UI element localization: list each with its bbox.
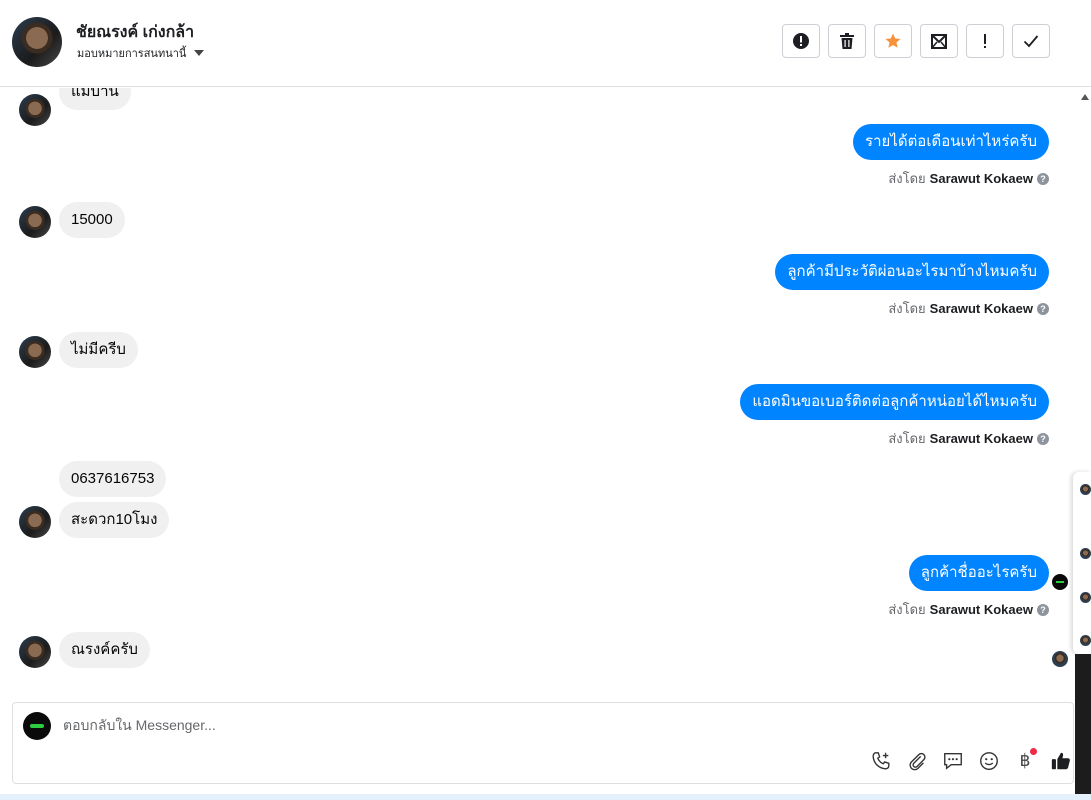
sender-name: Sarawut Kokaew: [929, 602, 1033, 617]
incoming-message-bubble[interactable]: สะดวก10โมง: [59, 502, 170, 538]
outgoing-message-bubble[interactable]: ลูกค้ามีประวัติผ่อนอะไรมาบ้างไหมครับ: [775, 254, 1049, 290]
like-button[interactable]: [1049, 749, 1073, 773]
side-panel-dark-edge: [1075, 654, 1091, 800]
conversation-toolbar: [782, 24, 1050, 58]
report-button[interactable]: [782, 24, 820, 58]
paperclip-icon: [909, 752, 926, 771]
trash-icon: [840, 33, 854, 49]
mini-avatar: [1080, 635, 1091, 646]
sent-by-label: ส่งโดย: [888, 171, 926, 186]
outgoing-message-bubble[interactable]: รายได้ต่อเดือนเท่าไหร่ครับ: [853, 124, 1049, 160]
contact-avatar-small: [19, 506, 51, 538]
envelope-icon: [931, 34, 947, 49]
sent-by-info: ส่งโดย Sarawut Kokaew ?: [888, 298, 1049, 319]
sent-by-label: ส่งโดย: [888, 301, 926, 316]
assign-conversation-dropdown[interactable]: มอบหมายการสนทนานี้: [77, 44, 205, 62]
incoming-message-bubble[interactable]: 0637616753: [59, 461, 167, 497]
add-call-button[interactable]: [869, 749, 893, 773]
done-button[interactable]: [1012, 24, 1050, 58]
incoming-message-bubble[interactable]: แม่บ้าน: [59, 88, 131, 110]
thumbs-up-icon: [1051, 752, 1070, 770]
sent-by-label: ส่งโดย: [888, 602, 926, 617]
exclamation-icon: [984, 34, 986, 48]
sender-name: Sarawut Kokaew: [929, 171, 1033, 186]
mini-avatar: [1080, 592, 1091, 603]
reply-input[interactable]: [63, 717, 763, 733]
seen-indicator-avatar: [1052, 574, 1068, 590]
delete-button[interactable]: [828, 24, 866, 58]
outgoing-message-bubble[interactable]: ลูกค้าชื่ออะไรครับ: [908, 555, 1049, 591]
sent-by-label: ส่งโดย: [888, 431, 926, 446]
sender-name: Sarawut Kokaew: [929, 431, 1033, 446]
sent-by-info: ส่งโดย Sarawut Kokaew ?: [888, 599, 1049, 620]
sent-by-info: ส่งโดย Sarawut Kokaew ?: [888, 428, 1049, 449]
saved-reply-icon: [944, 752, 962, 770]
contact-avatar-small: [19, 206, 51, 238]
sender-name: Sarawut Kokaew: [929, 301, 1033, 316]
notification-dot: [1030, 748, 1037, 755]
conversation-header: ชัยณรงค์ เก่งกล้า มอบหมายการสนทนานี้: [0, 0, 1091, 87]
payment-button[interactable]: ฿: [1013, 748, 1037, 773]
saved-reply-button[interactable]: [941, 749, 965, 773]
contact-avatar-small: [19, 94, 51, 126]
important-button[interactable]: [966, 24, 1004, 58]
incoming-message-bubble[interactable]: ณรงค์ครับ: [59, 632, 150, 668]
side-panel-edge[interactable]: [1073, 472, 1091, 654]
add-call-icon: [872, 752, 890, 770]
reply-composer: ฿: [12, 702, 1074, 784]
star-icon: [885, 33, 901, 48]
emoji-button[interactable]: [977, 749, 1001, 773]
incoming-message-bubble[interactable]: 15000: [59, 202, 125, 238]
star-button[interactable]: [874, 24, 912, 58]
checkmark-icon: [1023, 35, 1039, 48]
mini-avatar: [1080, 484, 1091, 495]
help-icon[interactable]: ?: [1037, 172, 1049, 185]
mini-avatar: [1080, 548, 1091, 559]
alert-circle-icon: [793, 33, 809, 49]
contact-avatar-small: [19, 336, 51, 368]
contact-name[interactable]: ชัยณรงค์ เก่งกล้า: [76, 20, 194, 45]
assign-conversation-label: มอบหมายการสนทนานี้: [77, 48, 187, 60]
outgoing-message-bubble[interactable]: แอดมินขอเบอร์ติดต่อลูกค้าหน่อยได้ไหมครับ: [740, 384, 1049, 420]
help-icon[interactable]: ?: [1037, 603, 1049, 616]
contact-avatar-small: [19, 636, 51, 668]
caret-down-icon: [194, 50, 205, 56]
mark-unread-button[interactable]: [920, 24, 958, 58]
sent-by-info: ส่งโดย Sarawut Kokaew ?: [888, 168, 1049, 189]
read-receipt-avatar: [1052, 651, 1068, 667]
bottom-strip: [0, 794, 1091, 800]
help-icon[interactable]: ?: [1037, 432, 1049, 445]
composer-actions: ฿: [869, 748, 1073, 773]
attach-button[interactable]: [905, 749, 929, 773]
help-icon[interactable]: ?: [1037, 302, 1049, 315]
baht-payment-icon: ฿: [1019, 751, 1031, 771]
incoming-message-bubble[interactable]: ไม่มีครีบ: [59, 332, 138, 368]
emoji-icon: [980, 752, 998, 770]
page-avatar: [23, 712, 51, 740]
scroll-up-arrow-icon[interactable]: [1081, 94, 1089, 100]
contact-avatar[interactable]: [12, 17, 62, 67]
message-thread[interactable]: แม่บ้าน รายได้ต่อเดือนเท่าไหร่ครับ ส่งโด…: [0, 88, 1075, 700]
